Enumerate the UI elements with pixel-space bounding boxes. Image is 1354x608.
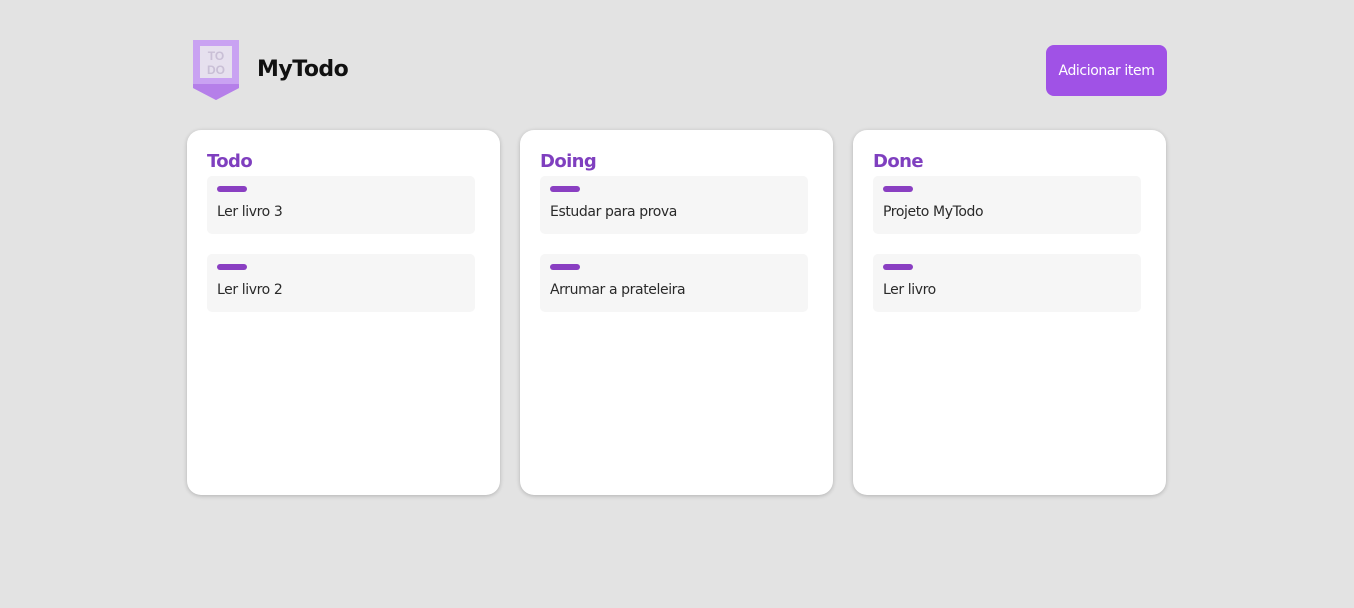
column-title: Done bbox=[873, 151, 924, 172]
task-card[interactable]: Projeto MyTodo bbox=[873, 176, 1141, 234]
task-card[interactable]: Ler livro 3 bbox=[207, 176, 475, 234]
card-tag bbox=[550, 186, 580, 192]
column-title: Todo bbox=[207, 151, 253, 172]
column-done: Done Projeto MyTodo Ler livro bbox=[853, 130, 1166, 495]
card-tag bbox=[883, 264, 913, 270]
task-text: Arrumar a prateleira bbox=[550, 282, 686, 298]
card-tag bbox=[217, 186, 247, 192]
card-tag bbox=[217, 264, 247, 270]
kanban-board: Todo Ler livro 3 Ler livro 2 Doing Estud… bbox=[187, 130, 1168, 495]
add-item-button[interactable]: Adicionar item bbox=[1046, 45, 1167, 96]
column-title: Doing bbox=[540, 151, 597, 172]
task-text: Estudar para prova bbox=[550, 204, 677, 220]
svg-text:TO: TO bbox=[208, 49, 224, 63]
task-text: Ler livro 2 bbox=[217, 282, 283, 298]
svg-text:DO: DO bbox=[207, 63, 225, 77]
task-card[interactable]: Estudar para prova bbox=[540, 176, 808, 234]
task-card[interactable]: Ler livro 2 bbox=[207, 254, 475, 312]
todo-logo-icon: TO DO bbox=[193, 40, 239, 100]
column-doing: Doing Estudar para prova Arrumar a prate… bbox=[520, 130, 833, 495]
task-text: Ler livro 3 bbox=[217, 204, 283, 220]
app-header: TO DO MyTodo Adicionar item bbox=[193, 40, 1167, 100]
app-title: MyTodo bbox=[257, 57, 349, 82]
column-todo: Todo Ler livro 3 Ler livro 2 bbox=[187, 130, 500, 495]
card-tag bbox=[883, 186, 913, 192]
task-card[interactable]: Ler livro bbox=[873, 254, 1141, 312]
task-card[interactable]: Arrumar a prateleira bbox=[540, 254, 808, 312]
task-text: Projeto MyTodo bbox=[883, 204, 984, 220]
task-text: Ler livro bbox=[883, 282, 936, 298]
card-tag bbox=[550, 264, 580, 270]
